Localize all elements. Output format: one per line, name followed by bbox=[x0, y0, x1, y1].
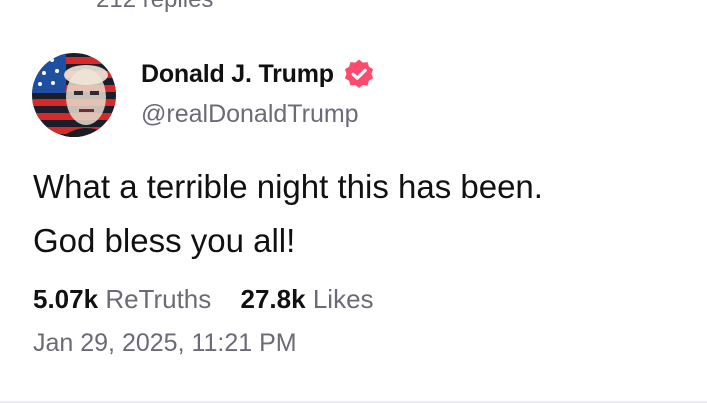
likes-stat[interactable]: 27.8k Likes bbox=[241, 284, 374, 315]
retruths-count: 5.07k bbox=[33, 284, 99, 314]
avatar[interactable] bbox=[32, 53, 116, 137]
likes-label: Likes bbox=[312, 284, 374, 314]
post-timestamp[interactable]: Jan 29, 2025, 11:21 PM bbox=[33, 329, 297, 358]
post-text: What a terrible night this has been. God… bbox=[33, 160, 673, 268]
post-text-line: What a terrible night this has been. bbox=[33, 168, 543, 205]
post-author[interactable]: Donald J. Trump @realDonaldTrump bbox=[141, 56, 375, 129]
author-handle[interactable]: @realDonaldTrump bbox=[141, 100, 375, 129]
verified-badge-icon bbox=[343, 58, 375, 90]
post-text-line: God bless you all! bbox=[33, 222, 296, 259]
retruths-stat[interactable]: 5.07k ReTruths bbox=[33, 284, 211, 315]
likes-count: 27.8k bbox=[240, 284, 306, 314]
author-display-name[interactable]: Donald J. Trump bbox=[141, 60, 334, 89]
post-stats: 5.07k ReTruths 27.8k Likes bbox=[33, 284, 374, 315]
retruths-label: ReTruths bbox=[105, 284, 212, 314]
avatar-image bbox=[32, 53, 116, 137]
previous-post-replies-count[interactable]: 212 replies bbox=[96, 0, 213, 14]
author-name-row: Donald J. Trump bbox=[141, 56, 375, 92]
